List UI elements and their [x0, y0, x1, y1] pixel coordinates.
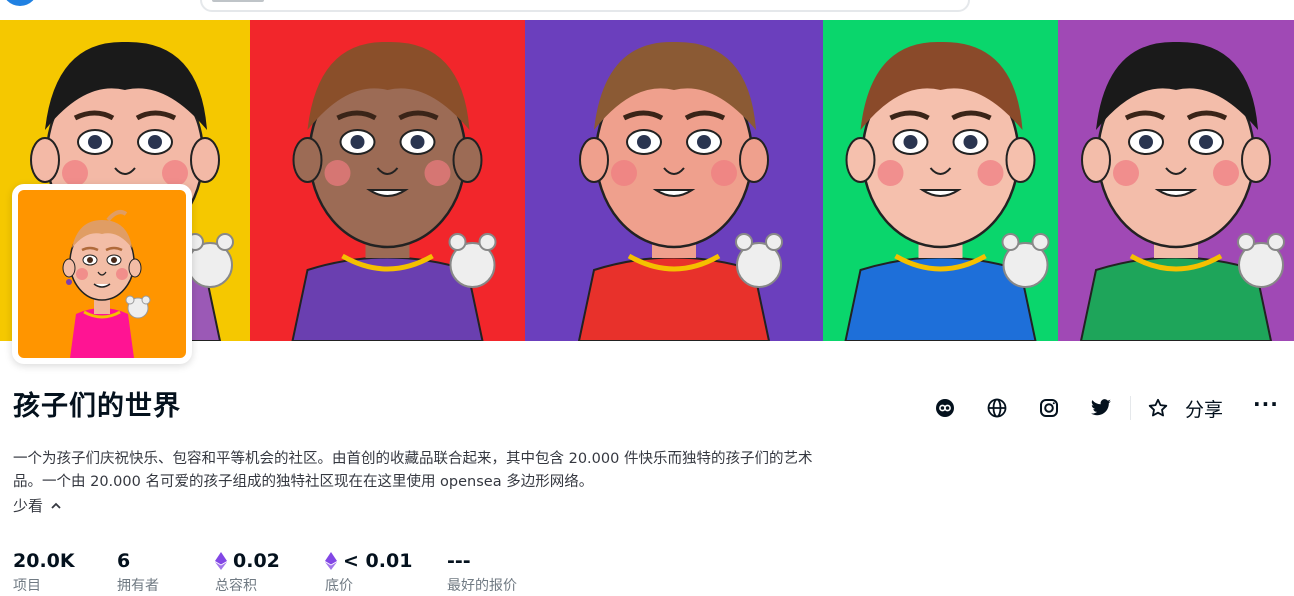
- collection-actions: 分享 ···: [930, 392, 1279, 423]
- stat-value: ---: [447, 550, 471, 572]
- kid-portrait: [844, 41, 1050, 341]
- stat-total-volume[interactable]: 0.02 总容积: [215, 549, 325, 595]
- twitter-icon[interactable]: [1086, 393, 1116, 423]
- see-less-toggle[interactable]: 少看: [13, 495, 62, 516]
- stat-items[interactable]: 20.0K 项目: [13, 549, 117, 595]
- banner-panel-5: [1058, 20, 1294, 341]
- stat-label: 拥有者: [117, 578, 159, 594]
- instagram-icon[interactable]: [1034, 393, 1064, 423]
- more-options-button[interactable]: ···: [1253, 392, 1279, 416]
- top-bar: [0, 0, 1294, 20]
- collection-banner: [0, 20, 1294, 341]
- stat-label: 总容积: [215, 578, 257, 594]
- kid-portrait: [1079, 41, 1285, 341]
- search-placeholder-stub: [212, 0, 264, 2]
- stat-floor-price[interactable]: < 0.01 底价: [325, 549, 447, 595]
- kid-portrait: [291, 41, 497, 341]
- link-icon[interactable]: [930, 393, 960, 423]
- description-line-2: 品。一个由 20.000 名可爱的孩子组成的独特社区现在在这里使用 opense…: [13, 474, 594, 490]
- ethereum-icon: [215, 552, 227, 570]
- stat-value: 0.02: [233, 550, 280, 572]
- stat-value: < 0.01: [343, 550, 413, 572]
- stat-value: 6: [117, 550, 131, 572]
- stat-value: 20.0K: [13, 550, 75, 572]
- banner-panel-3: [525, 20, 823, 341]
- collection-description: 一个为孩子们庆祝快乐、包容和平等机会的社区。由首创的收藏品联合起来，其中包含 2…: [13, 448, 903, 494]
- banner-panel-2: [250, 20, 525, 341]
- stat-owners[interactable]: 6 拥有者: [117, 549, 215, 595]
- stat-label: 项目: [13, 578, 41, 594]
- see-less-label: 少看: [13, 497, 44, 515]
- kid-portrait: [577, 41, 783, 341]
- stat-best-offer[interactable]: --- 最好的报价: [447, 549, 567, 595]
- collection-title: 孩子们的世界: [13, 391, 181, 422]
- collection-stats: 20.0K 项目 6 拥有者 0.02 总容积 < 0.01 底价 --- 最好…: [13, 549, 567, 595]
- description-line-1: 一个为孩子们庆祝快乐、包容和平等机会的社区。由首创的收藏品联合起来，其中包含 2…: [13, 451, 813, 467]
- opensea-logo[interactable]: [2, 0, 38, 6]
- ethereum-icon: [325, 552, 337, 570]
- share-button[interactable]: 分享: [1185, 395, 1223, 422]
- stat-label: 最好的报价: [447, 578, 517, 594]
- search-input[interactable]: [200, 0, 970, 12]
- avatar-image: [62, 210, 151, 358]
- collection-avatar[interactable]: [12, 184, 192, 364]
- star-icon[interactable]: [1143, 393, 1173, 423]
- chevron-up-icon: [51, 502, 61, 509]
- stat-label: 底价: [325, 578, 353, 594]
- actions-divider: [1130, 396, 1131, 420]
- website-globe-icon[interactable]: [982, 393, 1012, 423]
- banner-panel-4: [823, 20, 1058, 341]
